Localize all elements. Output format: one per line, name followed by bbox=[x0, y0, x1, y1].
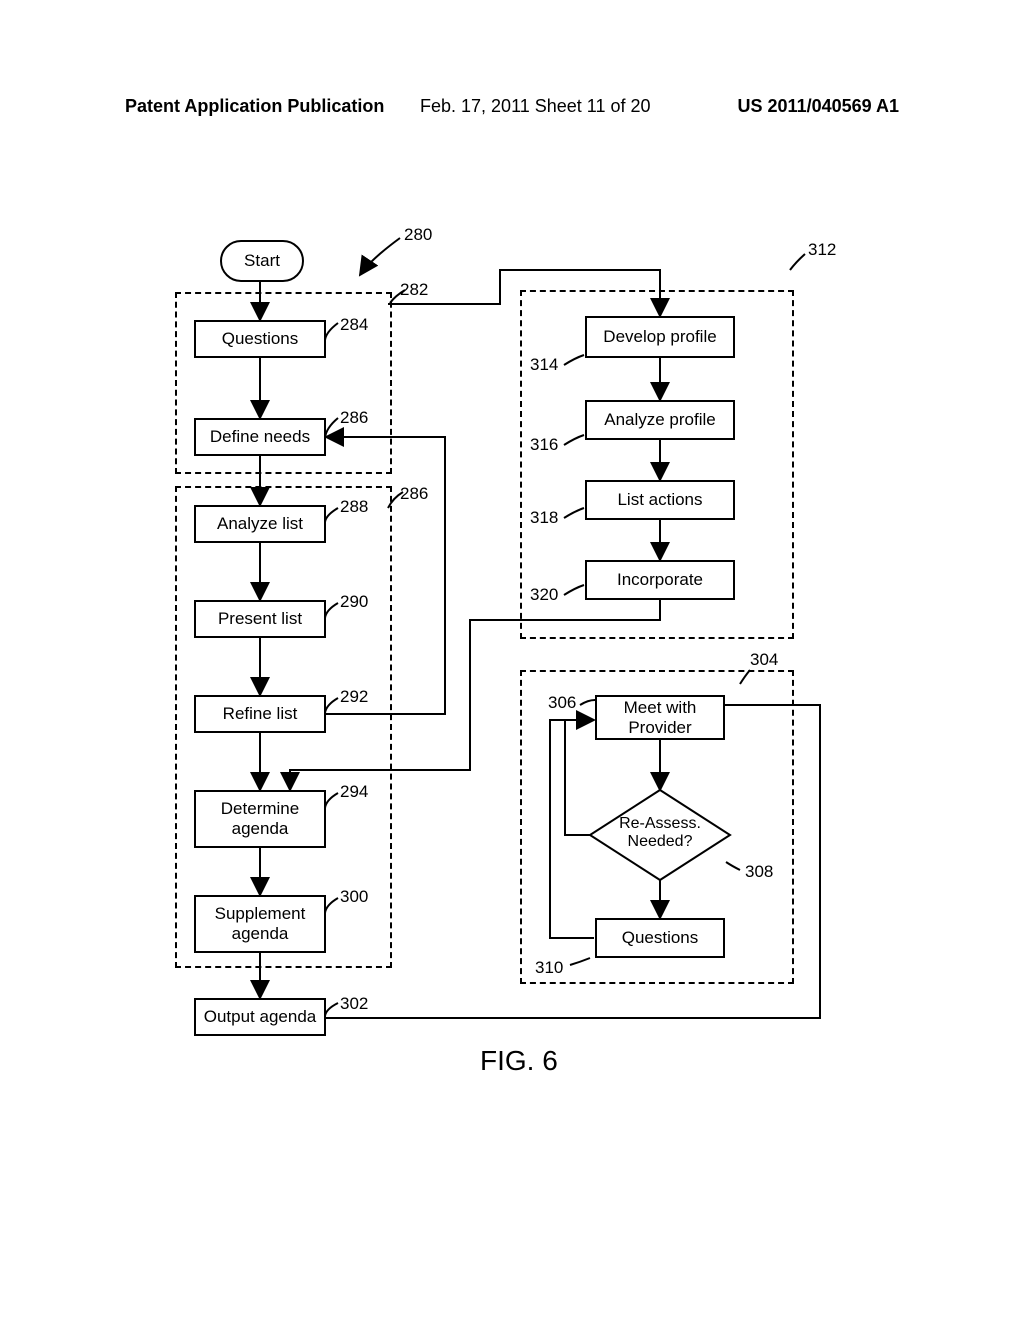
ref-318: 318 bbox=[530, 508, 558, 528]
flowchart-connectors bbox=[0, 0, 1024, 1320]
ref-304: 304 bbox=[750, 650, 778, 670]
start-node: Start bbox=[220, 240, 304, 282]
analyze-list-box: Analyze list bbox=[194, 505, 326, 543]
determine-agenda-box: Determine agenda bbox=[194, 790, 326, 848]
figure-title: FIG. 6 bbox=[480, 1045, 558, 1077]
define-needs-box: Define needs bbox=[194, 418, 326, 456]
ref-314: 314 bbox=[530, 355, 558, 375]
ref-308: 308 bbox=[745, 862, 773, 882]
patent-figure-page: { "header": { "left": "Patent Applicatio… bbox=[0, 0, 1024, 1320]
analyze-profile-box: Analyze profile bbox=[585, 400, 735, 440]
questions2-box: Questions bbox=[595, 918, 725, 958]
ref-300: 300 bbox=[340, 887, 368, 907]
ref-286b: 286 bbox=[400, 484, 428, 504]
ref-288: 288 bbox=[340, 497, 368, 517]
ref-310: 310 bbox=[535, 958, 563, 978]
ref-302: 302 bbox=[340, 994, 368, 1014]
ref-284: 284 bbox=[340, 315, 368, 335]
ref-306: 306 bbox=[548, 693, 576, 713]
meet-with-provider-box: Meet with Provider bbox=[595, 695, 725, 740]
output-agenda-box: Output agenda bbox=[194, 998, 326, 1036]
list-actions-box: List actions bbox=[585, 480, 735, 520]
develop-profile-box: Develop profile bbox=[585, 316, 735, 358]
ref-320: 320 bbox=[530, 585, 558, 605]
ref-286a: 286 bbox=[340, 408, 368, 428]
questions-box: Questions bbox=[194, 320, 326, 358]
ref-312: 312 bbox=[808, 240, 836, 260]
ref-282: 282 bbox=[400, 280, 428, 300]
ref-292: 292 bbox=[340, 687, 368, 707]
supplement-agenda-box: Supplement agenda bbox=[194, 895, 326, 953]
refine-list-box: Refine list bbox=[194, 695, 326, 733]
ref-294: 294 bbox=[340, 782, 368, 802]
ref-290: 290 bbox=[340, 592, 368, 612]
present-list-box: Present list bbox=[194, 600, 326, 638]
ref-280: 280 bbox=[404, 225, 432, 245]
incorporate-box: Incorporate bbox=[585, 560, 735, 600]
ref-316: 316 bbox=[530, 435, 558, 455]
reassess-decision-label: Re-Assess. Needed? bbox=[600, 815, 720, 851]
